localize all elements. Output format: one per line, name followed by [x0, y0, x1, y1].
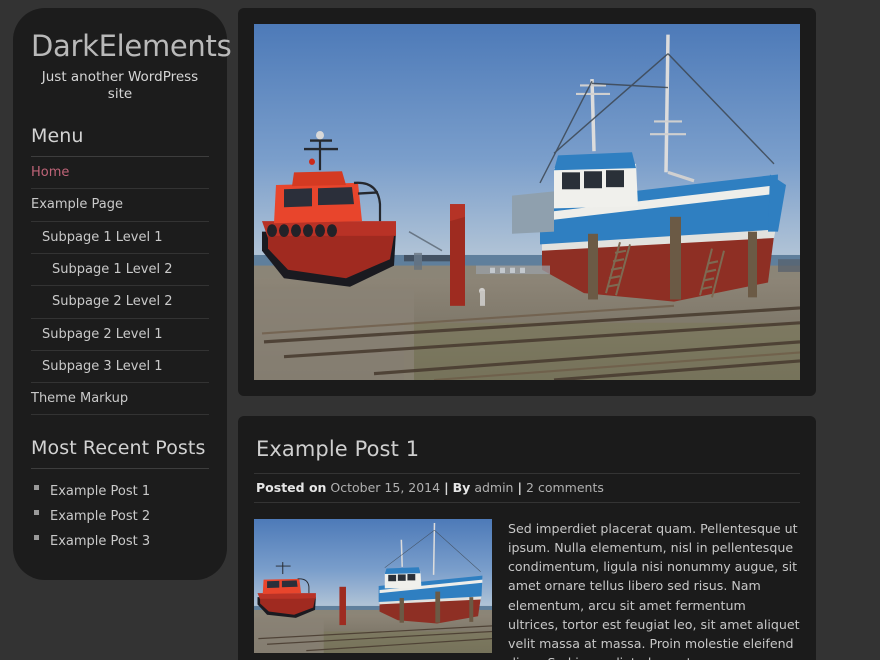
nav-menu: Home Example Page Subpage 1 Level 1 Subpage…: [31, 157, 209, 416]
bullet-icon: [34, 485, 39, 491]
hero-image: [254, 24, 800, 380]
menu-list-item: Subpage 1 Level 2: [31, 254, 209, 287]
menu-list-item: Subpage 1 Level 1: [31, 222, 209, 254]
menu-item-example-page[interactable]: Example Page: [31, 189, 209, 222]
menu-item-subpage-2-level-1[interactable]: Subpage 2 Level 1: [31, 319, 209, 351]
page-wrapper: DarkElements Just another WordPress site…: [0, 0, 880, 660]
recent-posts-list: Example Post 1 Example Post 2 Example Post…: [31, 480, 209, 549]
menu-list-item: Subpage 2 Level 1: [31, 319, 209, 351]
post-date-link[interactable]: October 15, 2014: [330, 480, 440, 495]
menu-widget-title: Menu: [31, 125, 209, 158]
menu-item-home[interactable]: Home: [31, 157, 209, 190]
post-title: Example Post 1: [256, 437, 420, 461]
meta-separator-1: |: [444, 480, 449, 495]
by-label: By: [452, 480, 471, 495]
hero-panel: [238, 8, 816, 396]
site-tagline: Just another WordPress site: [41, 69, 199, 103]
post-body: Sed imperdiet placerat quam. Pellentesqu…: [254, 519, 800, 660]
recent-post-item: Example Post 1: [31, 480, 209, 500]
bullet-icon: [34, 534, 39, 540]
menu-item-theme-markup[interactable]: Theme Markup: [31, 383, 209, 416]
post-author-link[interactable]: admin: [474, 480, 513, 495]
post-thumbnail[interactable]: [254, 519, 492, 653]
post-excerpt: Sed imperdiet placerat quam. Pellentesqu…: [508, 521, 800, 660]
bullet-icon: [34, 510, 39, 516]
recent-posts-widget-title: Most Recent Posts: [31, 437, 209, 470]
recent-posts-widget: Most Recent Posts Example Post 1 Example …: [31, 437, 209, 549]
sidebar: DarkElements Just another WordPress site…: [13, 8, 232, 581]
main-content: Example Post 1 Posted on October 15, 201…: [238, 8, 816, 660]
recent-post-item: Example Post 2: [31, 505, 209, 525]
site-title: DarkElements: [31, 29, 232, 63]
recent-post-item: Example Post 3: [31, 530, 209, 550]
recent-post-link[interactable]: Example Post 1: [50, 484, 150, 499]
menu-item-subpage-3-level-1[interactable]: Subpage 3 Level 1: [31, 351, 209, 384]
post-panel: Example Post 1 Posted on October 15, 201…: [238, 416, 816, 660]
recent-post-link[interactable]: Example Post 3: [50, 534, 150, 549]
menu-list-item: Example Page: [31, 189, 209, 222]
menu-list-item: Home: [31, 157, 209, 190]
menu-list-item: Subpage 2 Level 2: [31, 286, 209, 319]
meta-separator-2: |: [517, 480, 523, 495]
menu-item-subpage-1-level-2[interactable]: Subpage 1 Level 2: [31, 254, 209, 287]
menu-item-subpage-1-level-1[interactable]: Subpage 1 Level 1: [31, 222, 209, 254]
menu-list-item: Theme Markup: [31, 383, 209, 416]
recent-post-link[interactable]: Example Post 2: [50, 509, 150, 524]
menu-list-item: Subpage 3 Level 1: [31, 351, 209, 384]
posted-on-label: Posted on: [256, 480, 327, 495]
menu-widget: Menu Home Example Page Subpage 1 Level 1 Su…: [31, 125, 209, 416]
post-comments-link[interactable]: 2 comments: [526, 480, 604, 495]
post-meta: Posted on October 15, 2014 | By admin | …: [254, 473, 800, 503]
menu-item-subpage-2-level-2[interactable]: Subpage 2 Level 2: [31, 286, 209, 319]
